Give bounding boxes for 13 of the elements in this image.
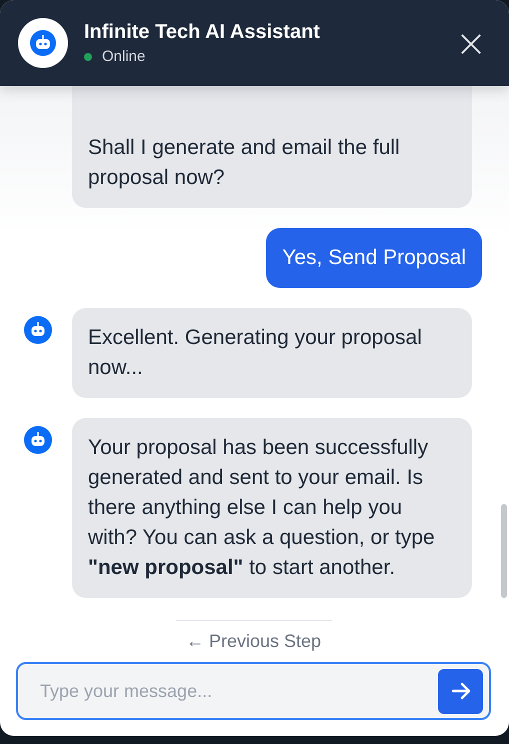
bot-message: Your proposal has been successfully generated and sent to your email. Is there anything else I can help you with? You can ask a question, or type "new proposal" to start another.: [72, 418, 472, 598]
previous-step-link[interactable]: ← Previous Step: [182, 627, 326, 656]
scrollbar[interactable]: [501, 504, 507, 598]
bot-message: Excellent. Generating your proposal now...: [72, 308, 472, 398]
send-button[interactable]: [438, 668, 483, 714]
message-input[interactable]: Type your message...: [38, 680, 438, 702]
bot-avatar-icon: [18, 18, 68, 68]
bot-message: Shall I generate and email the full proposal now?: [72, 86, 472, 208]
status-text: Online: [102, 48, 146, 65]
assistant-name: Infinite Tech AI Assistant: [84, 21, 321, 44]
close-button[interactable]: ×: [451, 24, 491, 62]
message-input-field[interactable]: Type your message...: [16, 662, 491, 720]
user-message: Yes, Send Proposal: [266, 228, 482, 288]
